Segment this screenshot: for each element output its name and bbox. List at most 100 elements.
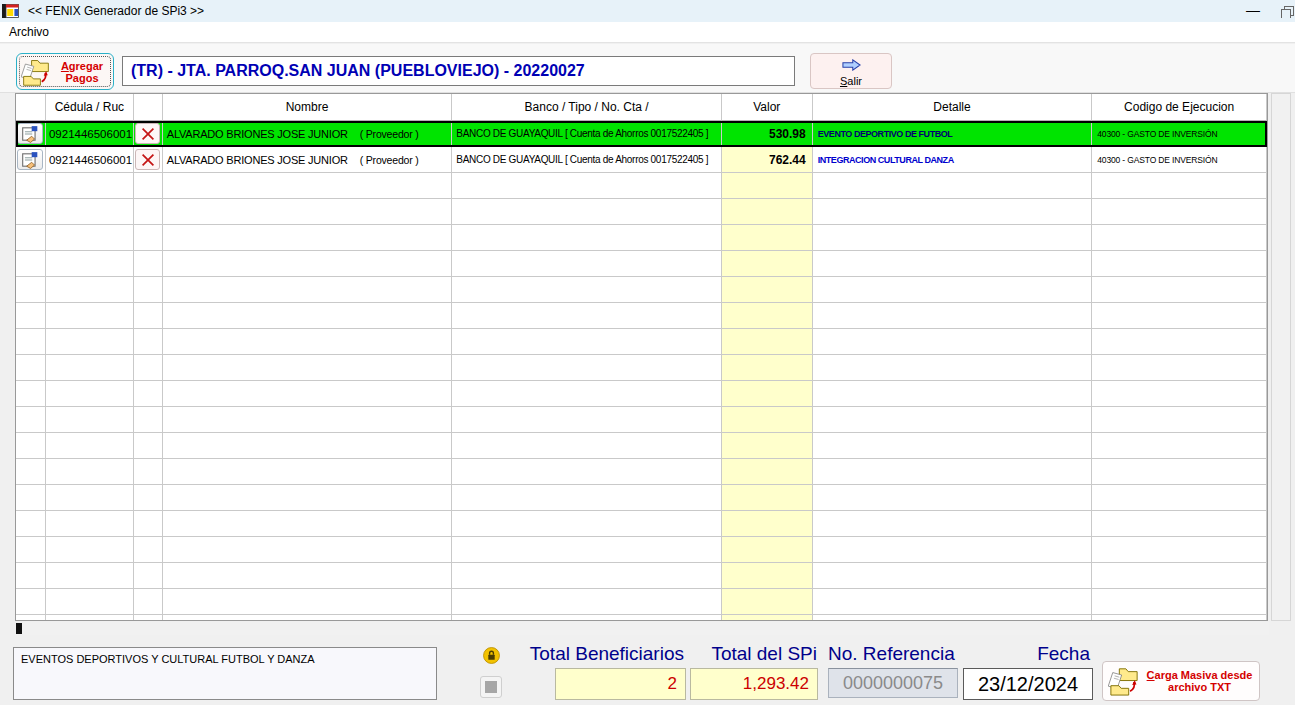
- cell-cedula: [46, 563, 134, 589]
- fecha-label: Fecha: [960, 643, 1090, 665]
- header-detalle: Detalle: [813, 94, 1093, 121]
- cell-edit: [16, 589, 46, 615]
- cell-valor: 530.98: [722, 121, 813, 147]
- cell-detalle: [813, 563, 1093, 589]
- cell-edit: [16, 121, 46, 147]
- table-row[interactable]: [16, 459, 1267, 485]
- cell-nombre: [163, 433, 453, 459]
- cell-detalle: [813, 459, 1093, 485]
- load-file-icon: [1108, 666, 1140, 696]
- carga-masiva-button[interactable]: Carga Masiva desde archivo TXT: [1102, 661, 1260, 701]
- cell-banco: [452, 511, 722, 537]
- total-beneficiarios-label: Total Beneficiarios: [500, 643, 684, 665]
- cell-valor: [722, 355, 813, 381]
- table-row[interactable]: [16, 225, 1267, 251]
- cell-edit: [16, 485, 46, 511]
- table-row[interactable]: [16, 303, 1267, 329]
- cell-valor: [722, 485, 813, 511]
- cell-detalle: [813, 251, 1093, 277]
- menu-bar: Archivo: [0, 22, 1295, 43]
- cell-valor: [722, 225, 813, 251]
- cell-edit: [16, 329, 46, 355]
- cell-cedula: [46, 329, 134, 355]
- cell-detalle: [813, 511, 1093, 537]
- cell-nombre: [163, 589, 453, 615]
- table-row[interactable]: [16, 615, 1267, 621]
- fecha-field[interactable]: 23/12/2024: [963, 668, 1093, 700]
- exit-arrow-icon: [842, 59, 861, 71]
- cell-banco: [452, 589, 722, 615]
- cell-codigo: [1092, 251, 1267, 277]
- gray-square: [485, 681, 497, 693]
- table-row[interactable]: [16, 173, 1267, 199]
- cell-codigo: [1092, 173, 1267, 199]
- cell-codigo: [1092, 459, 1267, 485]
- table-row[interactable]: [16, 407, 1267, 433]
- cell-delete: [134, 563, 163, 589]
- header-delete-col: [134, 94, 163, 121]
- menu-archivo[interactable]: Archivo: [9, 25, 49, 39]
- minimize-button[interactable]: —: [1238, 0, 1268, 22]
- table-row[interactable]: [16, 537, 1267, 563]
- header-nombre: Nombre: [163, 94, 453, 121]
- cell-delete: [134, 511, 163, 537]
- cell-edit: [16, 615, 46, 621]
- cell-banco: [452, 407, 722, 433]
- cell-valor: [722, 251, 813, 277]
- delete-row-button[interactable]: [135, 123, 160, 144]
- cell-codigo: 40300 - GASTO DE INVERSIÓN: [1092, 121, 1267, 147]
- cell-banco: [452, 537, 722, 563]
- table-row[interactable]: [16, 277, 1267, 303]
- delete-row-button[interactable]: [135, 149, 160, 170]
- table-row[interactable]: [16, 199, 1267, 225]
- cell-cedula: [46, 615, 134, 621]
- cell-cedula: [46, 511, 134, 537]
- salir-button[interactable]: Salir: [810, 53, 892, 89]
- descripcion-textarea[interactable]: EVENTOS DEPORTIVOS Y CULTURAL FUTBOL Y D…: [13, 647, 437, 700]
- agregar-pagos-button[interactable]: Agregar Pagos: [16, 53, 114, 90]
- edit-row-button[interactable]: [17, 123, 43, 144]
- table-row[interactable]: [16, 511, 1267, 537]
- cell-nombre: [163, 277, 453, 303]
- horizontal-scrollbar[interactable]: [15, 622, 1269, 635]
- cell-codigo: [1092, 563, 1267, 589]
- vertical-scrollbar[interactable]: [1271, 93, 1291, 621]
- beneficiario-field[interactable]: (TR) - JTA. PARROQ.SAN JUAN (PUEBLOVIEJO…: [122, 56, 795, 86]
- edit-row-button[interactable]: [17, 149, 43, 170]
- table-row[interactable]: [16, 433, 1267, 459]
- table-row[interactable]: [16, 329, 1267, 355]
- table-row[interactable]: [16, 251, 1267, 277]
- cell-banco: [452, 563, 722, 589]
- cell-cedula: [46, 407, 134, 433]
- table-row[interactable]: [16, 355, 1267, 381]
- cell-codigo: 40300 - GASTO DE INVERSIÓN: [1092, 147, 1267, 173]
- cell-banco: [452, 433, 722, 459]
- payments-table: Cédula / Ruc Nombre Banco / Tipo / No. C…: [15, 93, 1268, 621]
- toolbar: Agregar Pagos (TR) - JTA. PARROQ.SAN JUA…: [0, 44, 1295, 93]
- table-row[interactable]: [16, 589, 1267, 615]
- color-swatch-button[interactable]: [480, 676, 502, 698]
- table-row[interactable]: 0921446506001 ALVARADO BRIONES JOSE JUNI…: [16, 147, 1267, 173]
- table-row[interactable]: 0921446506001 ALVARADO BRIONES JOSE JUNI…: [16, 121, 1267, 147]
- horizontal-scrollbar-thumb[interactable]: [16, 623, 22, 634]
- cell-cedula: [46, 381, 134, 407]
- total-spi-field: 1,293.42: [690, 668, 818, 700]
- cell-edit: [16, 199, 46, 225]
- cell-valor: [722, 589, 813, 615]
- cell-delete: [134, 251, 163, 277]
- total-spi-label: Total del SPi: [660, 643, 817, 665]
- cell-nombre: [163, 537, 453, 563]
- cell-codigo: [1092, 511, 1267, 537]
- focus-rect: [19, 56, 111, 87]
- cell-edit: [16, 277, 46, 303]
- cell-banco: [452, 199, 722, 225]
- table-row[interactable]: [16, 485, 1267, 511]
- table-row[interactable]: [16, 563, 1267, 589]
- cell-banco: [452, 355, 722, 381]
- table-row[interactable]: [16, 381, 1267, 407]
- cell-codigo: [1092, 199, 1267, 225]
- cell-valor: [722, 381, 813, 407]
- cell-detalle: INTEGRACION CULTURAL DANZA: [813, 147, 1093, 173]
- cell-nombre: [163, 485, 453, 511]
- restore-button[interactable]: [1281, 5, 1295, 18]
